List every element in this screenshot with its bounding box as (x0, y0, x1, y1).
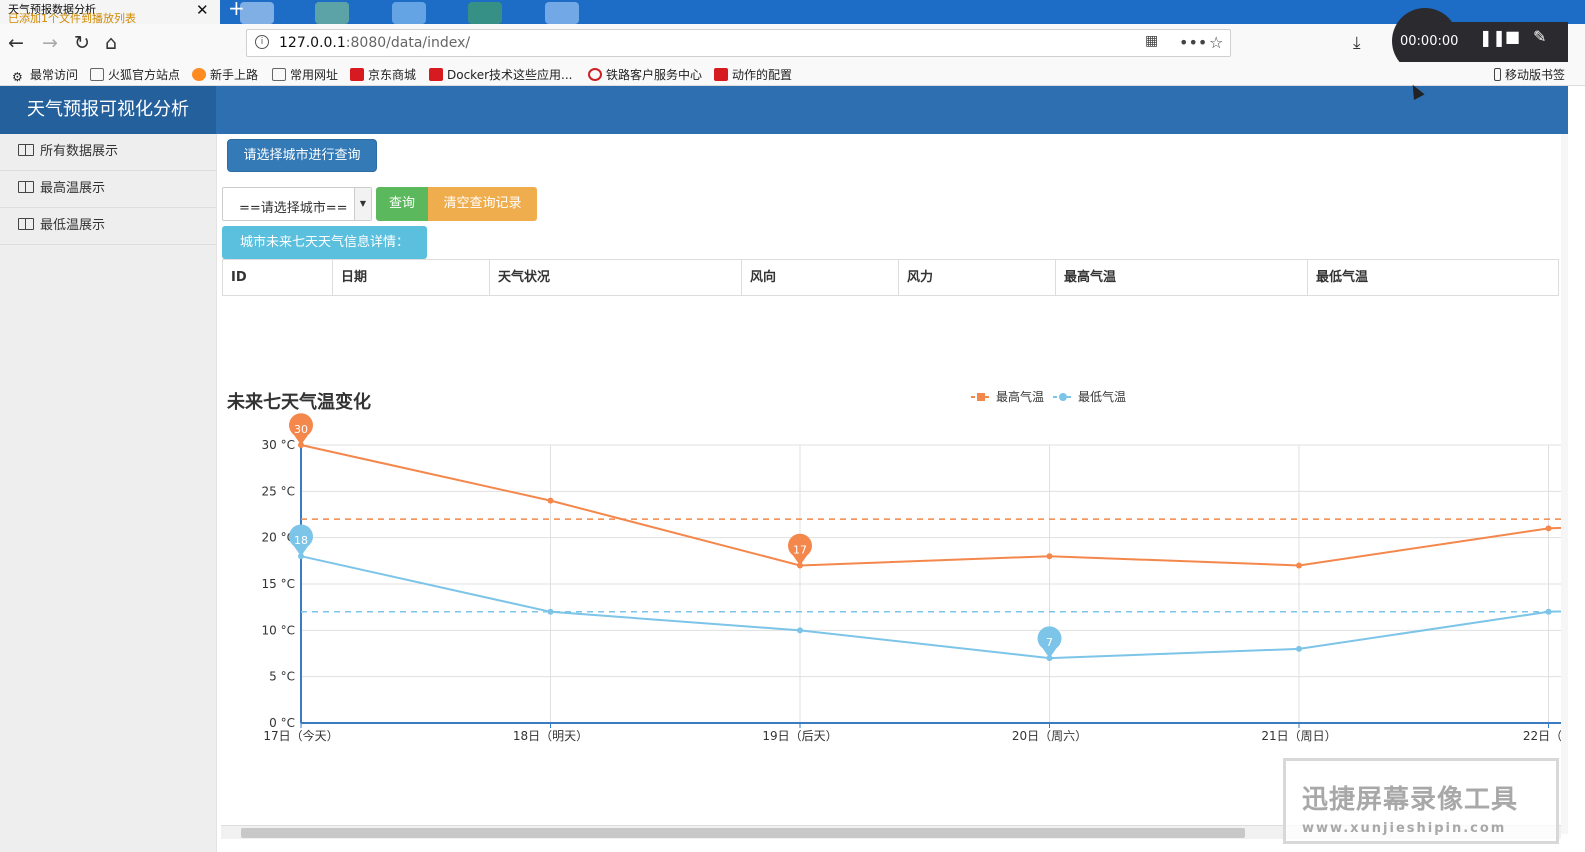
max-marker-label: 18 (294, 534, 308, 547)
browser-tab-bar: 天气预报数据分析 已添加1个文件到播放列表 ✕ + (0, 0, 1585, 24)
bookmark-mobile[interactable]: 移动版书签 (1494, 66, 1565, 83)
firefox-icon (192, 68, 206, 81)
jd-icon (350, 68, 364, 81)
data-point (1296, 645, 1302, 652)
reload-icon[interactable]: ↻ (74, 31, 90, 55)
bookmark-firefox-site[interactable]: 火狐官方站点 (90, 66, 180, 83)
bookmark-most-visited[interactable]: ⚙ 最常访问 (12, 66, 78, 84)
y-tick-label: 25 °C (262, 484, 295, 498)
chart-title: 未来七天气温变化 (227, 392, 371, 413)
desktop-icon (468, 2, 502, 24)
data-point (1046, 553, 1053, 560)
data-point (1545, 608, 1552, 615)
pen-icon[interactable]: ✎ (1533, 27, 1546, 46)
tab-notification: 已添加1个文件到播放列表 (8, 12, 136, 25)
bookmarks-toolbar: ⚙ 最常访问 火狐官方站点 新手上路 常用网址 京东商城 Docker技术这些应用… (0, 62, 1585, 86)
railway-icon (588, 68, 602, 81)
data-point (547, 497, 554, 504)
x-tick-label: 22日（周 (1523, 729, 1561, 743)
legend-label: 最低气温 (1078, 389, 1126, 404)
recorder-time: 00:00:00 (1400, 34, 1459, 49)
y-tick-label: 5 °C (269, 670, 295, 684)
watermark-title: 迅捷屏幕录像工具 (1302, 785, 1519, 815)
book-icon (18, 144, 34, 156)
sidebar-item-max-temp[interactable]: 最高温展示 (0, 171, 217, 208)
watermark: 迅捷屏幕录像工具 www.xunjieshipin.com (1283, 758, 1559, 844)
pause-icon[interactable]: ❚❚ (1479, 28, 1506, 47)
data-point (1296, 562, 1302, 569)
temperature-chart: 0 °C5 °C10 °C15 °C20 °C25 °C30 °C17日（今天）… (262, 389, 1561, 743)
max-marker-label: 30 (294, 423, 308, 436)
forward-arrow-icon[interactable]: → (42, 31, 58, 55)
desktop-icon (315, 2, 349, 24)
url-bar[interactable]: i 127.0.0.1:8080/data/index/ ▦ ••• ☆ (246, 29, 1231, 57)
app-header: 天气预报可视化分析 (0, 86, 1568, 134)
folder-icon (90, 68, 104, 81)
bookmark-getting-started[interactable]: 新手上路 (192, 66, 258, 83)
more-actions-icon[interactable]: ••• (1179, 33, 1207, 52)
book-icon (18, 218, 34, 230)
info-icon[interactable]: i (255, 35, 269, 49)
desktop-icon (392, 2, 426, 24)
back-arrow-icon[interactable]: ← (8, 31, 24, 55)
browser-tab[interactable]: 天气预报数据分析 已添加1个文件到播放列表 ✕ (0, 0, 220, 24)
y-tick-label: 10 °C (262, 623, 295, 637)
desktop-icon (545, 2, 579, 24)
bookmark-jd[interactable]: 京东商城 (350, 66, 416, 83)
sidebar-item-min-temp[interactable]: 最低温展示 (0, 208, 217, 245)
y-tick-label: 0 °C (269, 716, 295, 730)
book-icon (18, 181, 34, 193)
x-tick-label: 20日（周六） (1012, 729, 1087, 743)
gear-icon: ⚙ (12, 70, 23, 84)
bookmark-common-sites[interactable]: 常用网址 (272, 66, 338, 83)
min-marker-label: 17 (793, 543, 807, 556)
bookmark-action-config[interactable]: 动作的配置 (714, 66, 792, 83)
bookmark-star-icon[interactable]: ☆ (1209, 33, 1223, 52)
url-text[interactable]: 127.0.0.1:8080/data/index/ (279, 35, 470, 51)
legend-marker (977, 393, 985, 401)
y-tick-label: 30 °C (262, 438, 295, 452)
qr-code-icon[interactable]: ▦ (1145, 33, 1158, 49)
browser-navbar: ← → ↻ ⌂ i 127.0.0.1:8080/data/index/ ▦ •… (0, 24, 1585, 62)
close-tab-icon[interactable]: ✕ (196, 1, 209, 19)
vertical-scrollbar[interactable] (1561, 134, 1568, 834)
x-tick-label: 19日（后天） (762, 729, 837, 743)
data-point (547, 608, 554, 615)
min-marker-label: 7 (1046, 636, 1053, 649)
x-tick-label: 17日（今天） (263, 728, 338, 743)
main-content: 请选择城市进行查询 ==请选择城市== ▼ 查询 清空查询记录 城市未来七天天气… (221, 134, 1561, 834)
y-tick-label: 15 °C (262, 577, 295, 591)
app-brand[interactable]: 天气预报可视化分析 (0, 86, 216, 134)
new-tab-button[interactable]: + (228, 0, 245, 20)
scrollbar-thumb[interactable] (241, 828, 1245, 838)
legend-label: 最高气温 (996, 389, 1044, 404)
bookmark-railway[interactable]: 铁路客户服务中心 (588, 66, 702, 83)
download-icon[interactable]: ⤓ (1353, 31, 1361, 55)
legend-marker (1059, 393, 1067, 401)
home-icon[interactable]: ⌂ (105, 31, 117, 55)
data-point (797, 627, 803, 634)
bookmark-docker[interactable]: Docker技术这些应用... (429, 66, 572, 83)
mobile-icon (1494, 68, 1501, 81)
data-point (1545, 525, 1552, 532)
folder-icon (272, 68, 286, 81)
x-tick-label: 21日（周日） (1261, 729, 1336, 743)
z-icon (714, 68, 728, 81)
desktop-icon (240, 2, 274, 24)
series-line (300, 444, 1561, 567)
x-tick-label: 18日（明天） (513, 729, 588, 743)
sidebar: 所有数据展示 最高温展示 最低温展示 (0, 134, 217, 852)
sidebar-item-all-data[interactable]: 所有数据展示 (0, 134, 217, 171)
stop-icon[interactable]: ■ (1505, 27, 1520, 46)
series-line (300, 555, 1561, 660)
watermark-url: www.xunjieshipin.com (1302, 821, 1507, 836)
c-icon (429, 68, 443, 81)
